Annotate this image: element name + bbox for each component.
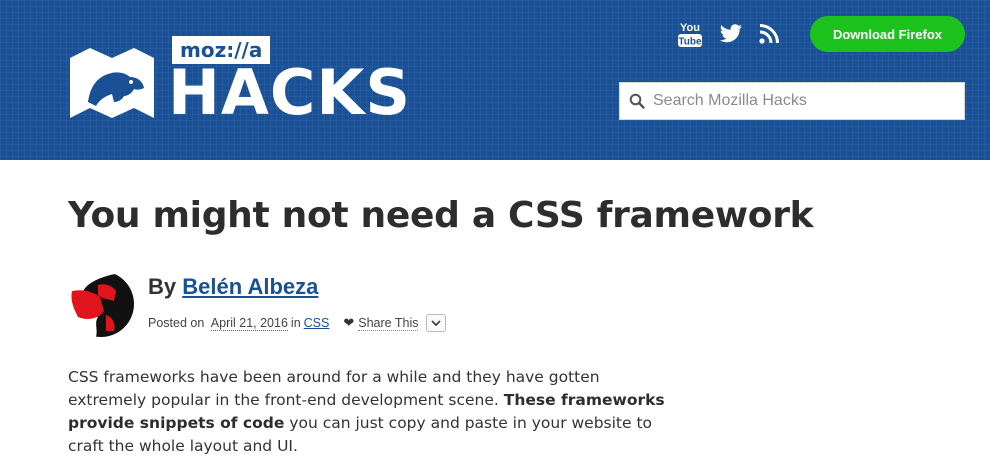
author-link[interactable]: Belén Albeza bbox=[182, 274, 318, 299]
share-button[interactable]: Share This bbox=[358, 316, 419, 331]
post-date: April 21, 2016 bbox=[210, 315, 288, 331]
svg-text:You: You bbox=[680, 22, 700, 34]
author-avatar[interactable] bbox=[68, 271, 134, 337]
hacks-logo-icon[interactable] bbox=[68, 44, 156, 120]
svg-text:Tube: Tube bbox=[678, 37, 702, 48]
site-header: moz://a HACKS You Tube Download Firefox bbox=[0, 0, 990, 160]
search-icon bbox=[629, 93, 645, 109]
byline-prefix: By bbox=[148, 274, 183, 299]
search-input[interactable] bbox=[653, 86, 953, 116]
search-box[interactable] bbox=[619, 82, 965, 120]
intro-paragraph: CSS frameworks have been around for a wh… bbox=[68, 366, 668, 458]
rss-icon[interactable] bbox=[758, 20, 780, 48]
heart-icon: ❤ bbox=[343, 315, 355, 330]
hacks-wordmark[interactable]: HACKS bbox=[168, 60, 411, 126]
download-firefox-button[interactable]: Download Firefox bbox=[810, 16, 965, 52]
category-link[interactable]: CSS bbox=[304, 316, 330, 330]
twitter-icon[interactable] bbox=[718, 20, 744, 48]
byline: By Belén Albeza bbox=[148, 272, 318, 302]
chevron-down-icon[interactable] bbox=[426, 314, 447, 332]
posted-on-label: Posted on bbox=[148, 316, 205, 330]
post-meta: Posted on April 21, 2016 in CSS ❤ Share … bbox=[148, 312, 447, 334]
article-title: You might not need a CSS framework bbox=[68, 195, 814, 236]
in-label: in bbox=[290, 316, 301, 330]
youtube-icon[interactable]: You Tube bbox=[676, 20, 704, 48]
